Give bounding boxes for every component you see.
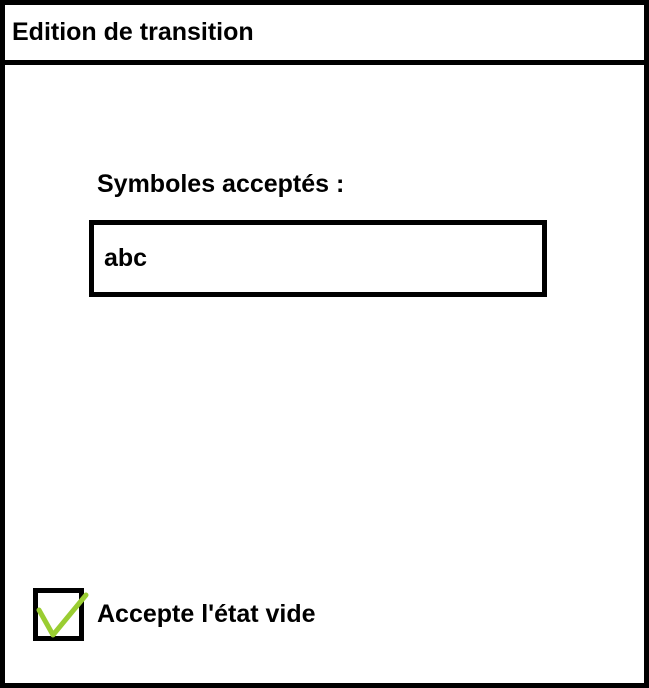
transition-edit-window: Edition de transition Symboles acceptés … bbox=[0, 0, 649, 688]
checkmark-icon bbox=[36, 592, 89, 637]
window-title: Edition de transition bbox=[12, 18, 254, 46]
accept-empty-state-label: Accepte l'état vide bbox=[97, 600, 316, 628]
accept-empty-state-checkbox[interactable] bbox=[33, 587, 89, 641]
title-bar: Edition de transition bbox=[5, 5, 644, 65]
accepted-symbols-label: Symboles acceptés : bbox=[97, 170, 345, 198]
accepted-symbols-input[interactable] bbox=[89, 220, 547, 297]
accept-empty-state-option[interactable]: Accepte l'état vide bbox=[33, 587, 316, 641]
